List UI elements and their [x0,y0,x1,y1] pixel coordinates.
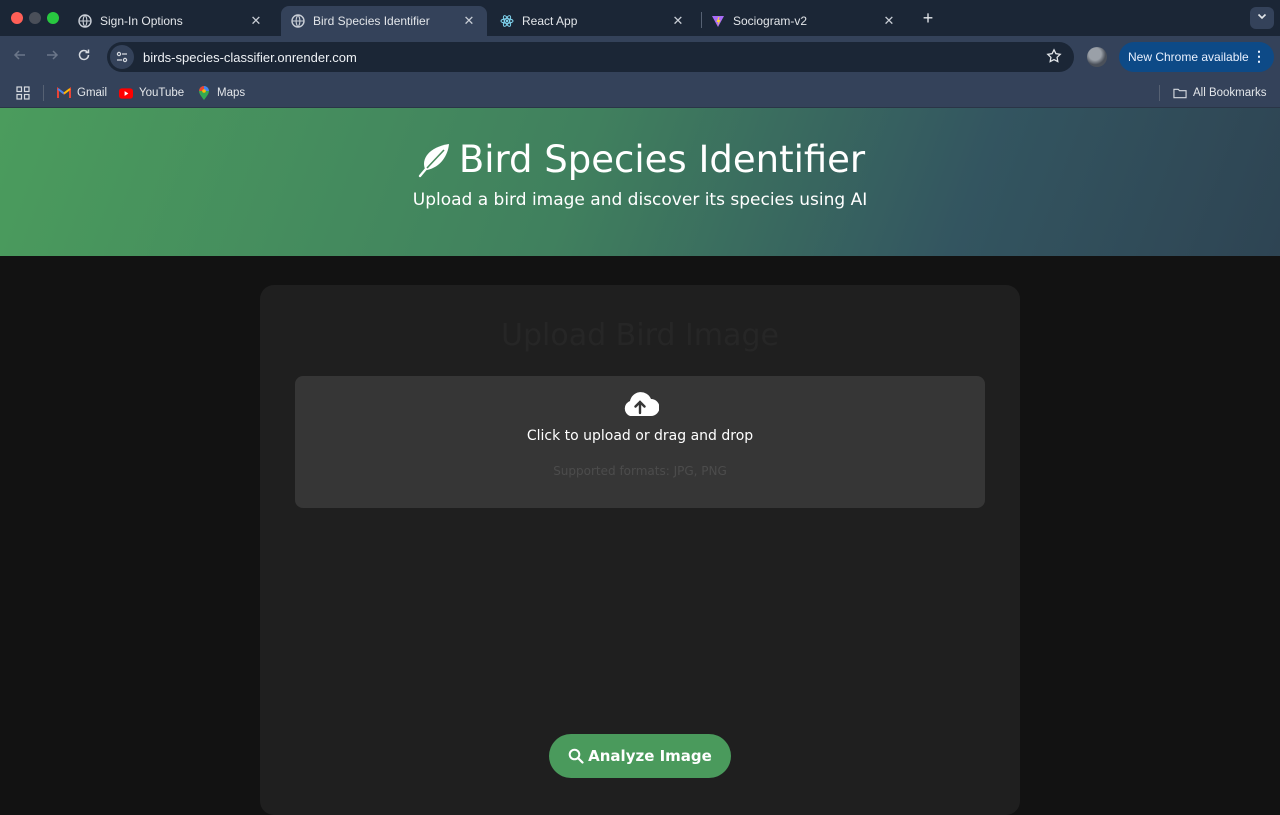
apps-button[interactable] [16,84,36,102]
site-info-icon[interactable] [110,45,134,69]
tab-title: Sign-In Options [100,14,183,28]
supported-formats-text: Supported formats: JPG, PNG [553,464,727,478]
vite-icon [711,14,725,28]
bookmark-label: YouTube [139,87,185,99]
maximize-window-button[interactable] [47,12,59,24]
tab-title: Bird Species Identifier [313,14,430,28]
bookmark-maps[interactable]: Maps [197,84,245,102]
analyze-button-label: Analyze Image [588,747,712,765]
globe-icon [78,14,92,28]
close-tab-icon[interactable]: ✕ [459,11,479,31]
bookmark-label: Gmail [77,87,108,99]
folder-icon [1173,86,1187,100]
hero-header: Bird Species Identifier Upload a bird im… [0,108,1280,256]
search-icon [568,748,584,764]
chrome-update-button[interactable]: New Chrome available ⋮ [1119,42,1274,72]
upload-dropzone[interactable]: Click to upload or drag and drop Support… [295,376,985,508]
youtube-icon [119,86,133,100]
bookmark-gmail[interactable]: Gmail [57,84,107,102]
url-text[interactable]: birds-species-classifier.onrender.com [143,50,357,65]
close-tab-icon[interactable]: ✕ [246,11,266,31]
analyze-image-button[interactable]: Analyze Image [549,734,731,778]
profile-avatar[interactable] [1087,47,1107,67]
reload-icon [77,48,91,67]
chevron-down-icon [1256,9,1268,27]
forward-button[interactable] [40,45,64,69]
react-icon [500,14,514,28]
bookmarks-bar [0,78,1280,108]
arrow-right-icon [45,48,59,67]
all-bookmarks-button[interactable]: All Bookmarks [1173,84,1267,102]
minimize-window-button[interactable] [29,12,41,24]
upload-card-title: Upload Bird Image [501,318,779,353]
bookmark-separator [43,85,44,101]
close-window-button[interactable] [11,12,23,24]
bookmark-youtube[interactable]: YouTube [119,84,184,102]
gmail-icon [57,86,71,100]
bookmark-separator [1159,85,1160,101]
close-tab-icon[interactable]: ✕ [668,11,688,31]
tab-search-button[interactable] [1250,7,1274,29]
apps-grid-icon [16,86,30,100]
update-label: New Chrome available [1128,50,1249,64]
globe-icon [291,14,305,28]
tab-title: Sociogram-v2 [733,14,808,28]
new-tab-button[interactable]: + [918,8,938,28]
maps-icon [197,85,211,100]
tab-title: React App [522,14,578,28]
tab-sign-in-options[interactable]: Sign-In Options ✕ [68,6,274,36]
dropzone-instruction: Click to upload or drag and drop [526,428,754,444]
tab-react-app[interactable]: React App ✕ [490,6,696,36]
all-bookmarks-label: All Bookmarks [1193,87,1267,99]
address-bar[interactable]: birds-species-classifier.onrender.com [107,42,1074,72]
tab-strip: Sign-In Options ✕ Bird Species Identifie… [0,0,1280,36]
back-button[interactable] [8,45,32,69]
bookmark-star-icon[interactable] [1046,48,1062,69]
close-tab-icon[interactable]: ✕ [879,11,899,31]
tab-bird-species-identifier[interactable]: Bird Species Identifier ✕ [281,6,487,36]
bookmark-label: Maps [217,87,246,99]
page-title: Bird Species Identifier [0,138,1280,181]
reload-button[interactable] [72,45,96,69]
tab-sociogram-v2[interactable]: Sociogram-v2 ✕ [701,6,907,36]
cloud-upload-icon [621,390,660,420]
feather-icon [415,141,453,179]
page-title-text: Bird Species Identifier [458,138,866,181]
menu-dots-icon[interactable]: ⋮ [1252,48,1266,65]
arrow-left-icon [13,48,27,67]
page-subtitle: Upload a bird image and discover its spe… [412,190,868,210]
